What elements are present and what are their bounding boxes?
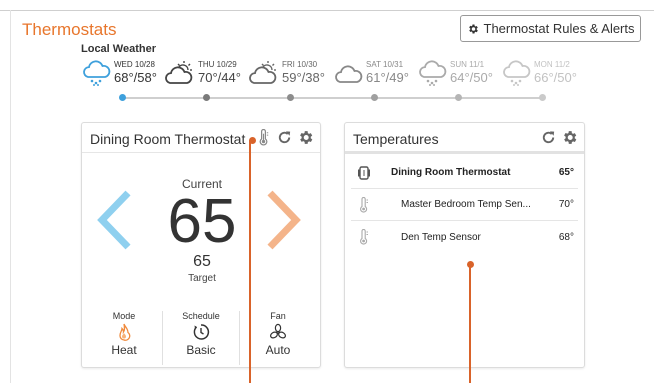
weather-temps: 61°/49° bbox=[366, 70, 409, 85]
target-temp-value: 65 bbox=[193, 253, 211, 270]
page-title: Thermostats bbox=[22, 20, 117, 39]
weather-day-sun: SUN 11/1 64°/50° bbox=[417, 60, 493, 86]
thermometer-icon[interactable] bbox=[255, 129, 272, 146]
decrease-temp-button[interactable] bbox=[96, 189, 132, 251]
target-temp-label: Target bbox=[188, 273, 216, 284]
annotation-line-thermometer bbox=[249, 140, 251, 383]
temperature-row[interactable]: Den Temp Sensor 68° bbox=[351, 221, 578, 253]
weather-date: SAT 10/31 bbox=[366, 60, 404, 69]
cloud-icon bbox=[335, 65, 363, 83]
fan-label: Fan bbox=[270, 311, 286, 321]
timeline-dot[interactable] bbox=[203, 94, 210, 101]
schedule-label: Schedule bbox=[182, 311, 220, 321]
chevron-right-icon bbox=[267, 190, 301, 250]
weather-temps: 59°/38° bbox=[282, 70, 325, 85]
mode-value: Heat bbox=[111, 343, 137, 357]
mode-label: Mode bbox=[112, 311, 136, 321]
weather-temps: 68°/58° bbox=[114, 70, 157, 85]
temperatures-card: Temperatures Dining Room Thermostat 65° bbox=[344, 122, 585, 368]
refresh-icon[interactable] bbox=[540, 129, 557, 146]
thermometer-icon bbox=[360, 196, 368, 213]
temperatures-card-header: Temperatures bbox=[345, 123, 584, 154]
temperature-row[interactable]: Dining Room Thermostat 65° bbox=[351, 157, 578, 189]
temperatures-list: Dining Room Thermostat 65° Master Bedroo… bbox=[351, 157, 578, 253]
weather-day-sat: SAT 10/31 61°/49° bbox=[333, 60, 409, 86]
fan-value: Auto bbox=[265, 343, 291, 357]
temperature-row-name: Master Bedroom Temp Sen... bbox=[401, 199, 531, 210]
increase-temp-button[interactable] bbox=[266, 189, 302, 251]
thermostat-card-header: Dining Room Thermostat bbox=[82, 123, 320, 153]
flame-icon bbox=[119, 323, 131, 341]
thermostat-rules-alerts-button[interactable]: Thermostat Rules & Alerts bbox=[460, 15, 641, 42]
temperature-row-value: 68° bbox=[558, 231, 574, 243]
temperature-row[interactable]: Master Bedroom Temp Sen... 70° bbox=[351, 189, 578, 221]
temperature-row-name: Dining Room Thermostat bbox=[391, 167, 511, 178]
weather-date: FRI 10/30 bbox=[282, 60, 318, 69]
partly-cloudy-icon bbox=[165, 61, 193, 84]
timeline-dot[interactable] bbox=[539, 94, 546, 101]
partly-cloudy-icon bbox=[249, 61, 277, 84]
thermostat-device-icon bbox=[358, 165, 370, 180]
chevron-left-icon bbox=[97, 190, 131, 250]
temperature-row-name: Den Temp Sensor bbox=[401, 231, 481, 243]
weather-day-mon: MON 11/2 66°/50° bbox=[501, 60, 577, 86]
timeline-dot-active[interactable] bbox=[119, 94, 126, 101]
weather-day-wed: WED 10/28 68°/58° bbox=[81, 60, 157, 86]
settings-gear-icon[interactable] bbox=[297, 129, 314, 146]
weather-date: WED 10/28 bbox=[114, 60, 155, 69]
timeline-dot[interactable] bbox=[371, 94, 378, 101]
gear-icon bbox=[468, 24, 478, 33]
timeline-dot[interactable] bbox=[287, 94, 294, 101]
thermostat-card: Dining Room Thermostat Current 65 65 Tar… bbox=[81, 122, 321, 368]
weather-temps: 64°/50° bbox=[450, 70, 493, 85]
thermometer-icon bbox=[360, 229, 368, 245]
thermostat-name: Dining Room Thermostat bbox=[90, 131, 246, 147]
top-border bbox=[0, 10, 654, 11]
weather-date: MON 11/2 bbox=[534, 60, 570, 69]
refresh-icon[interactable] bbox=[276, 129, 293, 146]
timeline-dot[interactable] bbox=[455, 94, 462, 101]
weather-date: SUN 11/1 bbox=[450, 60, 485, 69]
rain-cloud-icon bbox=[503, 60, 531, 86]
temperatures-title: Temperatures bbox=[353, 131, 439, 147]
settings-gear-icon[interactable] bbox=[561, 129, 578, 146]
weather-timeline bbox=[122, 97, 542, 99]
rain-cloud-icon bbox=[83, 60, 111, 86]
left-border bbox=[10, 10, 11, 383]
thermostat-controls: Mode Heat Schedule Basic Fan Auto bbox=[86, 311, 316, 365]
schedule-control[interactable]: Schedule Basic bbox=[162, 311, 239, 365]
weather-date: THU 10/29 bbox=[198, 60, 237, 69]
weather-day-fri: FRI 10/30 59°/38° bbox=[249, 60, 325, 86]
local-weather-title: Local Weather bbox=[81, 43, 156, 55]
schedule-clock-icon bbox=[193, 324, 210, 340]
weather-temps: 66°/50° bbox=[534, 70, 577, 85]
fan-icon bbox=[270, 323, 286, 339]
temperature-row-value: 70° bbox=[558, 199, 574, 210]
weather-day-thu: THU 10/29 70°/44° bbox=[165, 60, 241, 86]
temperature-row-value: 65° bbox=[558, 167, 574, 178]
schedule-value: Basic bbox=[186, 343, 216, 357]
rain-cloud-icon bbox=[419, 60, 447, 86]
rules-button-label: Thermostat Rules & Alerts bbox=[483, 21, 635, 36]
mode-control[interactable]: Mode Heat bbox=[86, 311, 162, 365]
weather-temps: 70°/44° bbox=[198, 70, 241, 85]
annotation-line-temperatures bbox=[469, 264, 471, 383]
